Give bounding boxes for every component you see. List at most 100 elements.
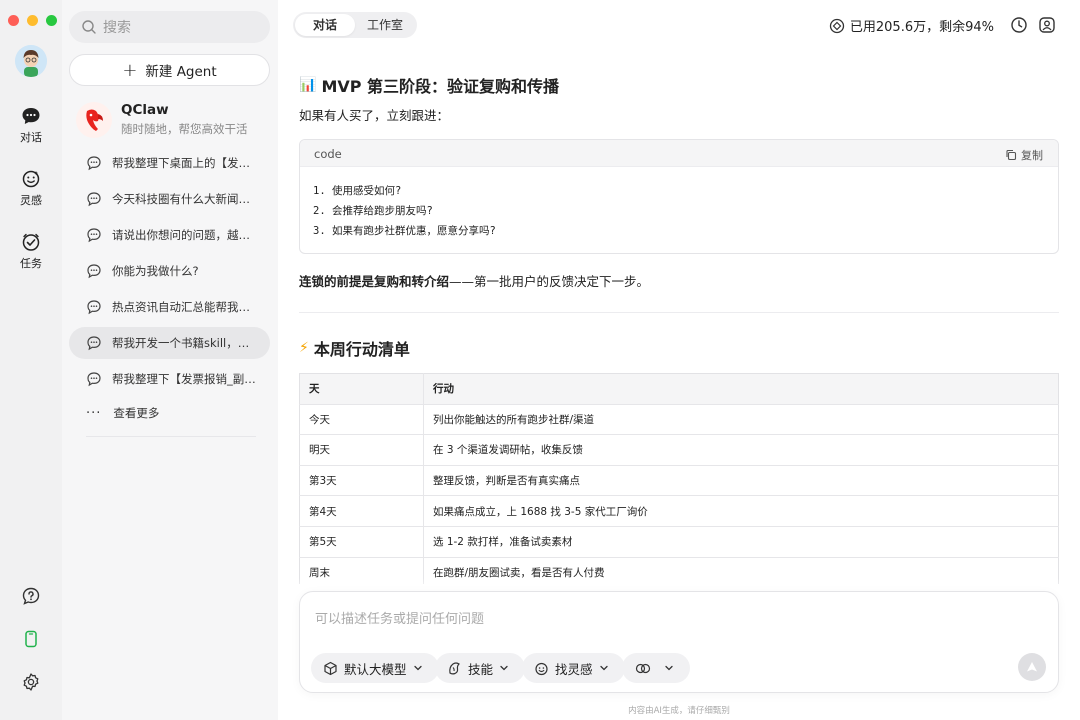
agent-card-qclaw[interactable]: QClaw 随时随地，帮您高效干活: [76, 100, 266, 142]
conversation-item[interactable]: 今天科技圈有什么大新闻，…: [69, 183, 270, 215]
conversation-title: 热点资讯自动汇总能帮我做…: [112, 300, 257, 314]
chart-emoji-icon: 📊: [299, 77, 317, 93]
followup-intro: 如果有人买了，立刻跟进：: [299, 108, 450, 123]
chat-icon: [87, 300, 101, 315]
plus-icon: +: [122, 59, 138, 81]
conversation-item[interactable]: 帮我整理下【发票报销_副…: [69, 363, 270, 395]
lightning-emoji-icon: ⚡: [299, 340, 309, 356]
summary-rest: ——第一批用户的反馈决定下一步。: [449, 274, 650, 289]
conversation-title: 帮我整理下【发票报销_副…: [112, 372, 256, 386]
code-line: 2. 会推荐给跑步朋友吗?: [313, 205, 433, 217]
table-cell: 整理反馈，判断是否有真实痛点: [423, 465, 1059, 497]
mode-tabs: 对话 工作室: [293, 12, 417, 38]
usage-text: 已用205.6万，剩余94%: [849, 20, 994, 35]
close-window-button[interactable]: [8, 15, 19, 26]
table-row: 今天 列出你能触达的所有跑步社群/渠道: [299, 404, 1059, 436]
tab-studio[interactable]: 工作室: [355, 14, 415, 36]
rail-item-label: 任务: [20, 257, 42, 270]
table-cell: 第3天: [299, 465, 424, 497]
rail-item-tasks[interactable]: 任务: [0, 232, 62, 271]
new-agent-button[interactable]: + 新建 Agent: [69, 54, 270, 86]
settings-icon[interactable]: [21, 672, 41, 692]
table-cell: 列出你能触达的所有跑步社群/渠道: [423, 404, 1059, 436]
table-cell: 第4天: [299, 495, 424, 527]
conversation-item[interactable]: 热点资讯自动汇总能帮我做…: [69, 291, 270, 323]
table-cell: 在 3 个渠道发调研帖，收集反馈: [423, 434, 1059, 466]
new-agent-label: 新建 Agent: [145, 64, 217, 80]
model-selector[interactable]: 默认大模型: [311, 653, 439, 683]
conversation-sidebar: 搜索 + 新建 Agent QClaw 随时随地，帮您高效干活 帮我整理下桌面上…: [62, 0, 278, 720]
copy-button[interactable]: 复制: [1005, 147, 1043, 163]
check-circle-icon: [22, 233, 40, 251]
table-row: 第3天 整理反馈，判断是否有真实痛点: [299, 465, 1059, 497]
rail-item-chat[interactable]: 对话: [0, 106, 62, 145]
minimize-window-button[interactable]: [27, 15, 38, 26]
chat-icon: [87, 372, 101, 387]
sidebar-divider: [86, 436, 256, 437]
qclaw-logo-icon: [76, 102, 112, 138]
zoom-window-button[interactable]: [46, 15, 57, 26]
view-more-link[interactable]: ··· 查看更多: [86, 405, 159, 421]
conversation-item-active[interactable]: 帮我开发一个书籍skill，能…: [69, 327, 270, 359]
smile-icon: [22, 170, 40, 188]
table-cell: 明天: [299, 434, 424, 466]
user-avatar[interactable]: [15, 45, 47, 77]
code-line: 1. 使用感受如何?: [313, 185, 402, 197]
usage-indicator[interactable]: 已用205.6万，剩余94%: [829, 16, 994, 35]
conversation-item[interactable]: 帮我整理下桌面上的【发票…: [69, 147, 270, 179]
table-cell: 第5天: [299, 526, 424, 558]
table-cell: 如果痛点成立，上 1688 找 3-5 家代工厂询价: [423, 495, 1059, 527]
inspiration-label: 找灵感: [555, 661, 593, 677]
window-controls: [8, 15, 57, 26]
code-lang: code: [314, 147, 342, 161]
table-row: 第4天 如果痛点成立，上 1688 找 3-5 家代工厂询价: [299, 495, 1059, 527]
link-selector[interactable]: [622, 653, 690, 683]
rail-item-label: 对话: [20, 131, 42, 144]
chevron-down-icon: [599, 665, 608, 671]
code-line: 3. 如果有跑步社群优惠，愿意分享吗?: [313, 225, 496, 237]
summary-bold: 连锁的前提是复购和转介绍: [299, 274, 450, 289]
chat-icon: [87, 156, 101, 171]
chat-icon: [87, 336, 101, 351]
table-header-row: 天 行动: [299, 373, 1059, 405]
left-rail: 对话 灵感 任务: [0, 0, 62, 720]
conversation-title: 你能为我做什么?: [112, 264, 199, 278]
composer-placeholder: 可以描述任务或提问任何问题: [315, 612, 485, 627]
chevron-down-icon: [500, 665, 508, 671]
profile-icon[interactable]: [1038, 16, 1056, 34]
agent-subtitle: 随时随地，帮您高效干活: [121, 122, 248, 136]
search-input[interactable]: 搜索: [69, 11, 270, 43]
agent-name: QClaw: [121, 102, 169, 118]
chevron-down-icon: [665, 665, 673, 671]
chat-icon: [87, 264, 101, 279]
send-button[interactable]: [1018, 653, 1046, 681]
main-panel: 对话 工作室 已用205.6万，剩余94% 📊 MVP 第三阶段：验证复购和传播…: [278, 0, 1080, 720]
conversation-item[interactable]: 你能为我做什么?: [69, 255, 270, 287]
table-header: 行动: [423, 373, 1059, 405]
search-placeholder: 搜索: [103, 20, 131, 36]
composer-input[interactable]: 可以描述任务或提问任何问题 默认大模型 技能 找灵感: [299, 591, 1059, 693]
table-row: 第5天 选 1-2 款打样，准备试卖素材: [299, 526, 1059, 558]
inspiration-selector[interactable]: 找灵感: [522, 653, 625, 683]
more-icon: ···: [86, 405, 102, 421]
search-icon: [82, 20, 96, 34]
table-row: 明天 在 3 个渠道发调研帖，收集反馈: [299, 434, 1059, 466]
table-cell: 选 1-2 款打样，准备试卖素材: [423, 526, 1059, 558]
conversation-item[interactable]: 请说出你想问的问题，越具…: [69, 219, 270, 251]
history-icon[interactable]: [1010, 16, 1028, 34]
model-label: 默认大模型: [344, 661, 407, 677]
copy-label: 复制: [1021, 149, 1043, 162]
view-more-label: 查看更多: [113, 406, 160, 420]
ai-disclaimer: 内容由AI生成，请仔细甄别: [628, 706, 730, 716]
phone-icon[interactable]: [21, 629, 41, 649]
send-arrow-icon: [1027, 662, 1037, 672]
skills-selector[interactable]: 技能: [435, 653, 526, 683]
help-icon[interactable]: [21, 586, 41, 606]
section-heading: 📊 MVP 第三阶段：验证复购和传播: [299, 73, 559, 97]
token-icon: [829, 18, 845, 33]
summary-note: 连锁的前提是复购和转介绍——第一批用户的反馈决定下一步。: [299, 271, 649, 290]
copy-icon: [1006, 149, 1017, 161]
tab-chat[interactable]: 对话: [295, 14, 355, 36]
chat-icon: [87, 228, 101, 243]
rail-item-inspiration[interactable]: 灵感: [0, 169, 62, 208]
